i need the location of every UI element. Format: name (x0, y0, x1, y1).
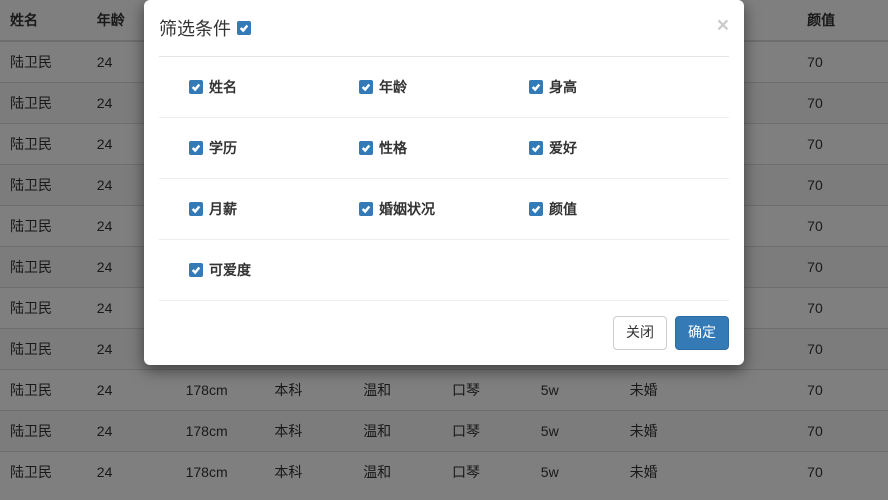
filter-label: 年龄 (379, 77, 407, 97)
modal-header: 筛选条件 × (144, 0, 744, 56)
filter-label: 月薪 (209, 199, 237, 219)
filter-item[interactable]: 可爱度 (189, 260, 359, 280)
filter-label: 姓名 (209, 77, 237, 97)
close-button[interactable]: 关闭 (613, 316, 667, 350)
checkbox-icon[interactable] (359, 141, 373, 155)
close-icon[interactable]: × (717, 15, 729, 36)
checkbox-icon[interactable] (529, 141, 543, 155)
filter-item[interactable]: 姓名 (189, 77, 359, 97)
filter-label: 婚姻状况 (379, 199, 435, 219)
filter-item[interactable]: 婚姻状况 (359, 199, 529, 219)
filter-row: 学历 性格 爱好 (159, 118, 729, 179)
modal-footer: 关闭 确定 (144, 301, 744, 365)
checkbox-icon[interactable] (189, 80, 203, 94)
filter-row: 可爱度 (159, 240, 729, 301)
filter-item-empty (359, 260, 529, 280)
filter-label: 颜值 (549, 199, 577, 219)
filter-item[interactable]: 年龄 (359, 77, 529, 97)
filter-item[interactable]: 学历 (189, 138, 359, 158)
checkbox-icon[interactable] (189, 141, 203, 155)
filter-item[interactable]: 身高 (529, 77, 699, 97)
filter-row: 月薪 婚姻状况 颜值 (159, 179, 729, 240)
checkbox-icon[interactable] (359, 80, 373, 94)
filter-label: 学历 (209, 138, 237, 158)
checkbox-icon[interactable] (529, 80, 543, 94)
modal-body: 姓名 年龄 身高学历 性格 爱好月薪 婚姻状况 颜值可爱度 (144, 56, 744, 301)
modal-title: 筛选条件 (159, 15, 251, 41)
filter-label: 爱好 (549, 138, 577, 158)
modal-title-text: 筛选条件 (159, 15, 231, 41)
filter-item[interactable]: 颜值 (529, 199, 699, 219)
filter-item-empty (529, 260, 699, 280)
checkbox-icon[interactable] (189, 263, 203, 277)
filter-label: 性格 (379, 138, 407, 158)
filter-label: 可爱度 (209, 260, 251, 280)
filter-item[interactable]: 性格 (359, 138, 529, 158)
filter-row: 姓名 年龄 身高 (159, 57, 729, 118)
filter-grid: 姓名 年龄 身高学历 性格 爱好月薪 婚姻状况 颜值可爱度 (159, 56, 729, 301)
filter-item[interactable]: 爱好 (529, 138, 699, 158)
filter-item[interactable]: 月薪 (189, 199, 359, 219)
confirm-button[interactable]: 确定 (675, 316, 729, 350)
checkbox-icon[interactable] (529, 202, 543, 216)
checkbox-icon[interactable] (189, 202, 203, 216)
select-all-checkbox-icon[interactable] (237, 21, 251, 35)
filter-modal: 筛选条件 × 姓名 年龄 身高学历 性格 爱好月薪 婚姻状况 颜值可爱度 关闭 确定 (144, 0, 744, 365)
checkbox-icon[interactable] (359, 202, 373, 216)
filter-label: 身高 (549, 77, 577, 97)
